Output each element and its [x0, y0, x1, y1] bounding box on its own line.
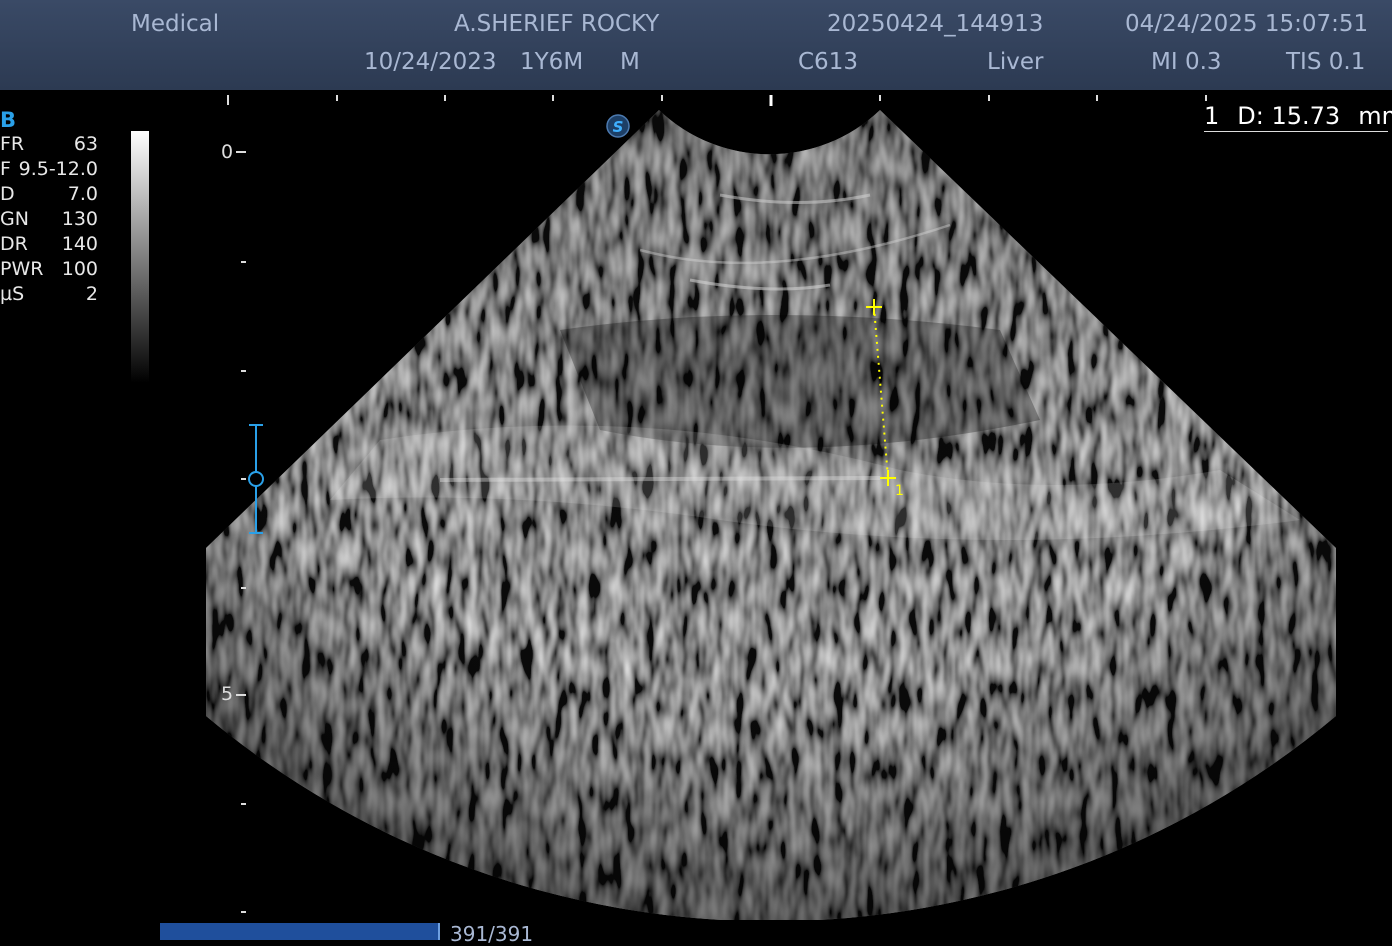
caliper-index-label: 1 — [895, 483, 904, 499]
lateral-scale — [227, 95, 1207, 106]
cine-progress-bar[interactable] — [160, 923, 440, 940]
probe-marker-label: S — [613, 118, 624, 136]
depth-label-0: 0 — [221, 141, 233, 163]
depth-label-5: 5 — [221, 683, 233, 705]
probe-orientation-marker: S — [606, 114, 630, 138]
measurement-readout: 1 D: 15.73 mm — [1204, 102, 1392, 132]
measurement-value: D: 15.73 — [1237, 102, 1341, 130]
measurement-index: 1 — [1204, 102, 1220, 130]
measurement-unit: mm — [1358, 102, 1392, 130]
ultrasound-sector — [206, 110, 1336, 920]
cine-frame-count: 391/391 — [450, 922, 534, 946]
ultrasound-image-area[interactable]: 0 5 S 1 — [0, 0, 1392, 944]
